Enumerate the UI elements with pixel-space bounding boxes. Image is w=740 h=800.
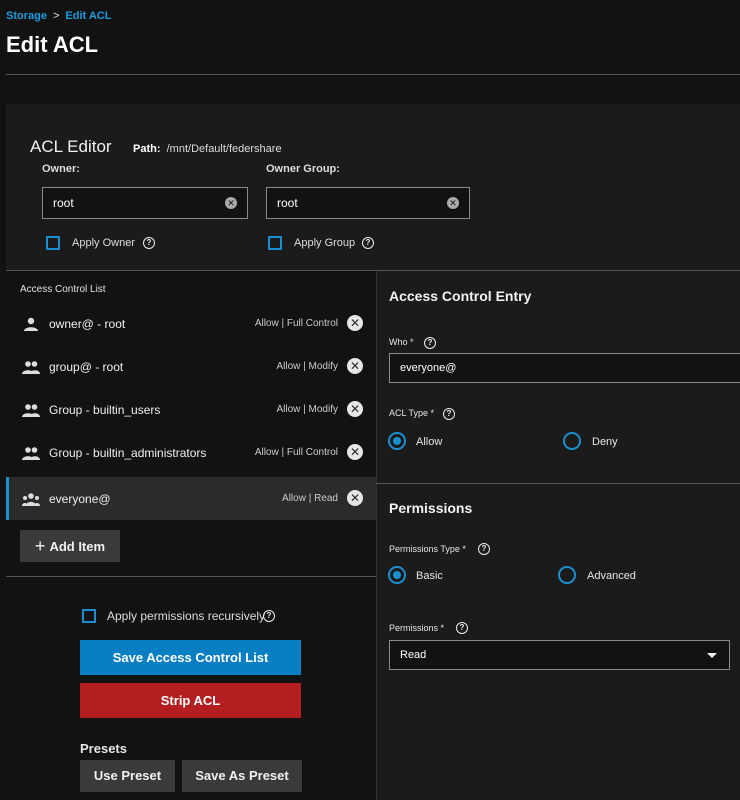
apply-recursive-checkbox[interactable]	[82, 609, 96, 623]
card-header-band	[6, 104, 740, 132]
help-icon[interactable]: ?	[362, 237, 374, 249]
help-icon[interactable]: ?	[478, 543, 490, 555]
group-icon	[22, 404, 40, 417]
group-icon	[22, 361, 40, 374]
help-icon[interactable]: ?	[424, 337, 436, 349]
acl-item-name: group@ - root	[49, 360, 124, 374]
who-input[interactable]: everyone@	[389, 353, 740, 383]
acl-type-allow-radio[interactable]	[388, 432, 406, 450]
ace-title: Access Control Entry	[389, 288, 532, 304]
owner-input[interactable]: root ✕	[42, 187, 248, 219]
remove-icon[interactable]: ✕	[347, 315, 363, 331]
divider	[376, 270, 377, 800]
divider	[6, 576, 376, 577]
remove-icon[interactable]: ✕	[347, 401, 363, 417]
page-title: Edit ACL	[6, 32, 99, 57]
apply-owner-label: Apply Owner	[72, 237, 135, 249]
clear-icon[interactable]: ✕	[225, 197, 237, 209]
permissions-value: Read	[400, 649, 427, 661]
path-display: Path: /mnt/Default/federshare	[133, 143, 282, 155]
perm-type-basic-label: Basic	[416, 570, 443, 582]
everyone-icon	[22, 493, 40, 506]
path-label: Path:	[133, 143, 161, 155]
remove-icon[interactable]: ✕	[347, 444, 363, 460]
acl-list-item[interactable]: owner@ - root Allow | Full Control ✕	[6, 302, 376, 345]
group-icon	[22, 447, 40, 460]
acl-type-label: ACL Type *	[389, 408, 435, 418]
divider	[6, 270, 376, 271]
perm-type-basic-radio[interactable]	[388, 566, 406, 584]
who-value: everyone@	[400, 362, 457, 374]
apply-owner-checkbox[interactable]	[46, 236, 60, 250]
plus-icon: +	[34, 536, 46, 556]
breadcrumb-current[interactable]: Edit ACL	[65, 10, 111, 22]
owner-group-input[interactable]: root ✕	[266, 187, 470, 219]
acl-list-item[interactable]: Group - builtin_administrators Allow | F…	[6, 431, 376, 474]
who-label: Who *	[389, 337, 414, 347]
breadcrumb: Storage > Edit ACL	[6, 10, 111, 22]
divider	[6, 74, 740, 75]
help-icon[interactable]: ?	[143, 237, 155, 249]
perm-type-advanced-radio[interactable]	[558, 566, 576, 584]
remove-icon[interactable]: ✕	[347, 490, 363, 506]
acl-item-name: Group - builtin_administrators	[49, 446, 207, 460]
help-icon[interactable]: ?	[443, 408, 455, 420]
acl-list-item-selected[interactable]: everyone@ Allow | Read ✕	[6, 477, 376, 520]
help-icon[interactable]: ?	[263, 610, 275, 622]
breadcrumb-separator: >	[52, 10, 60, 22]
save-acl-button[interactable]: Save Access Control List	[80, 640, 301, 675]
acl-item-permission: Allow | Modify	[276, 361, 338, 372]
clear-icon[interactable]: ✕	[447, 197, 459, 209]
presets-heading: Presets	[80, 741, 127, 756]
acl-item-name: owner@ - root	[49, 317, 126, 331]
breadcrumb-storage[interactable]: Storage	[6, 10, 47, 22]
acl-list-item[interactable]: Group - builtin_users Allow | Modify ✕	[6, 388, 376, 431]
apply-group-checkbox[interactable]	[268, 236, 282, 250]
acl-editor-title: ACL Editor	[30, 137, 112, 156]
user-icon	[24, 317, 38, 331]
owner-value: root	[53, 196, 74, 210]
strip-acl-button[interactable]: Strip ACL	[80, 683, 301, 718]
permissions-label: Permissions *	[389, 623, 445, 633]
permissions-type-label: Permissions Type *	[389, 544, 466, 554]
use-preset-button[interactable]: Use Preset	[80, 760, 175, 792]
owner-label: Owner:	[42, 163, 80, 175]
acl-list-heading: Access Control List	[20, 284, 106, 295]
save-as-preset-button[interactable]: Save As Preset	[182, 760, 302, 792]
apply-group-label: Apply Group	[294, 237, 356, 249]
add-item-label: Add Item	[49, 539, 106, 554]
acl-item-permission: Allow | Read	[282, 493, 338, 504]
acl-item-permission: Allow | Full Control	[254, 318, 338, 329]
acl-item-permission: Allow | Modify	[276, 404, 338, 415]
path-value: /mnt/Default/federshare	[166, 143, 282, 155]
owner-group-value: root	[277, 196, 298, 210]
acl-type-allow-label: Allow	[416, 436, 443, 448]
remove-icon[interactable]: ✕	[347, 358, 363, 374]
ace-panel	[376, 270, 740, 800]
add-item-button[interactable]: + Add Item	[20, 530, 120, 562]
divider	[376, 483, 740, 484]
owner-group-label: Owner Group:	[266, 163, 340, 175]
acl-item-name: everyone@	[49, 492, 111, 506]
permissions-title: Permissions	[389, 500, 473, 516]
divider	[376, 270, 740, 271]
acl-item-permission: Allow | Full Control	[254, 447, 338, 458]
perm-type-advanced-label: Advanced	[587, 570, 636, 582]
acl-item-name: Group - builtin_users	[49, 403, 161, 417]
permissions-select[interactable]: Read	[389, 640, 730, 670]
acl-type-deny-label: Deny	[592, 436, 618, 448]
acl-type-deny-radio[interactable]	[563, 432, 581, 450]
chevron-down-icon	[707, 653, 717, 658]
help-icon[interactable]: ?	[456, 622, 468, 634]
apply-recursive-label: Apply permissions recursively	[107, 609, 266, 623]
acl-list-item[interactable]: group@ - root Allow | Modify ✕	[6, 345, 376, 388]
